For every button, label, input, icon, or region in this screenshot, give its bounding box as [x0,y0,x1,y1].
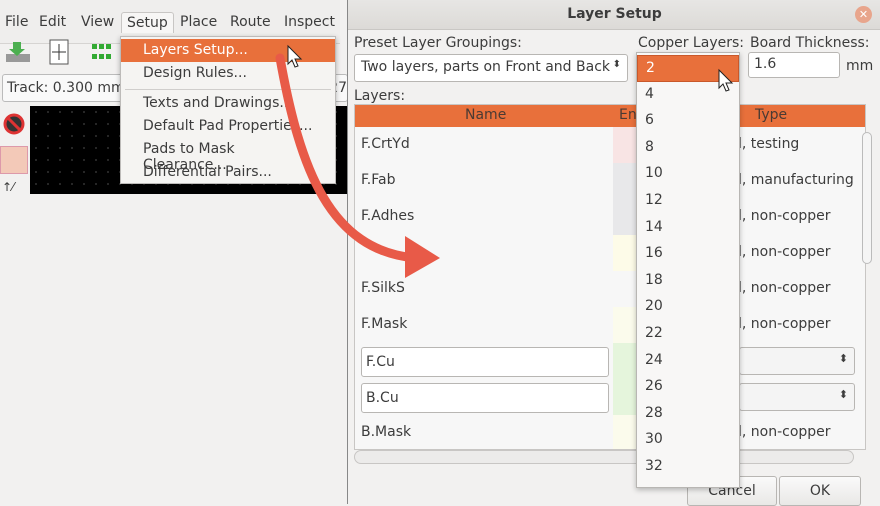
copper-option[interactable]: 26 [637,374,739,401]
copper-layers-label: Copper Layers: [638,35,744,51]
layer-name-input[interactable]: B.Cu [361,383,609,413]
close-icon[interactable]: ✕ [855,6,872,23]
copper-option[interactable]: 14 [637,215,739,242]
menu-inspect[interactable]: Inspect [279,12,340,32]
vertical-scrollbar[interactable] [860,128,874,450]
layer-row[interactable]: F.SilkS d, non-copper [355,271,855,307]
grid-header: Name Ena Type [355,105,865,127]
menu-edit[interactable]: Edit [34,12,71,32]
menu-item-layers-setup[interactable]: Layers Setup... [121,39,335,62]
layer-row[interactable]: F.Mask d, non-copper [355,307,855,343]
layer-row[interactable]: B.Cu ⬍ [355,379,855,415]
copper-layers-dropdown: 2 4 6 8 10 12 14 16 18 20 22 24 26 28 30 32 [636,52,740,488]
layer-name: F.Mask [361,316,408,332]
layer-type: d, testing [733,136,800,152]
copper-option[interactable]: 28 [637,401,739,428]
layer-type-select[interactable]: ⬍ [739,347,855,375]
menu-file[interactable]: File [0,12,33,32]
menu-item-texts-drawings[interactable]: Texts and Drawings... [121,92,335,115]
page-settings-icon[interactable] [46,38,74,66]
copper-option[interactable]: 12 [637,188,739,215]
layer-type: d, non-copper [733,208,831,224]
layer-name-input[interactable]: F.Cu [361,347,609,377]
copper-option[interactable]: 6 [637,108,739,135]
copper-option[interactable]: 32 [637,454,739,481]
footprint-icon[interactable] [88,38,116,66]
menu-view[interactable]: View [76,12,119,32]
copper-option[interactable]: 22 [637,321,739,348]
layer-name: B.Mask [361,424,412,440]
setup-menu-dropdown: Layers Setup... Design Rules... Texts an… [120,36,336,184]
save-icon[interactable] [4,38,32,66]
thickness-unit: mm [846,58,874,74]
layer-type: d, non-copper [733,244,831,260]
ok-button[interactable]: OK [779,476,861,506]
copper-option[interactable]: 2 [637,55,739,82]
layer-row[interactable]: F.Adhes d, non-copper [355,199,855,235]
layer-type-select[interactable]: ⬍ [739,383,855,411]
grid-icon[interactable] [0,146,28,174]
layer-row[interactable]: F.Cu ⬍ [355,343,855,379]
menu-separator [125,89,331,90]
preset-label: Preset Layer Groupings: [354,35,522,51]
layer-name: F.CrtYd [361,136,410,152]
copper-option[interactable]: 8 [637,135,739,162]
layer-type: d, non-copper [733,424,831,440]
layer-row[interactable]: F.Fab d, manufacturing [355,163,855,199]
column-name: Name [465,107,507,123]
ratsnest-icon[interactable]: ↑⁄ [2,180,26,194]
column-type: Type [755,107,788,123]
copper-option[interactable]: 20 [637,294,739,321]
layer-type: d, non-copper [733,316,831,332]
menu-route[interactable]: Route [225,12,276,32]
preset-value: Two layers, parts on Front and Back [361,59,610,75]
layer-name: F.SilkS [361,280,405,296]
preset-select[interactable]: Two layers, parts on Front and Back ⬍ [354,54,628,82]
copper-option[interactable]: 24 [637,348,739,375]
copper-option[interactable]: 18 [637,268,739,295]
track-width-value: Track: 0.300 mm ( [7,80,135,96]
layer-row[interactable]: F.CrtYd d, testing [355,127,855,163]
layer-row[interactable]: d, non-copper [355,235,855,271]
dialog-title: Layer Setup [348,0,880,30]
board-thickness-input[interactable]: 1.6 [748,52,840,78]
layer-type: d, manufacturing [733,172,854,188]
copper-option[interactable]: 30 [637,427,739,454]
left-toolbar: ↑⁄ [0,106,30,206]
drc-off-icon[interactable] [2,112,26,136]
layers-label: Layers: [354,88,406,104]
layer-name: F.Adhes [361,208,415,224]
menu-setup[interactable]: Setup [121,12,174,33]
layers-grid: Name Ena Type F.CrtYd d, testing F.Fab d, m… [354,104,866,450]
layer-setup-dialog: Layer Setup ✕ Preset Layer Groupings: Tw… [347,0,880,506]
copper-option[interactable]: 16 [637,241,739,268]
menu-item-pad-mask-clearance[interactable]: Pads to Mask Clearance... [121,138,335,173]
board-thickness-label: Board Thickness: [750,35,870,51]
spin-icon: ⬍ [612,59,621,70]
horizontal-scrollbar[interactable] [354,450,854,464]
layer-name: F.Fab [361,172,396,188]
menu-place[interactable]: Place [175,12,222,32]
menu-item-default-pad[interactable]: Default Pad Properties... [121,115,335,138]
menu-item-differential-pairs[interactable]: Differential Pairs... [121,161,335,184]
copper-option[interactable]: 10 [637,161,739,188]
copper-option[interactable]: 4 [637,82,739,109]
layer-type: d, non-copper [733,280,831,296]
menu-item-design-rules[interactable]: Design Rules... [121,62,335,85]
layer-row[interactable]: B.Mask d, non-copper [355,415,855,449]
